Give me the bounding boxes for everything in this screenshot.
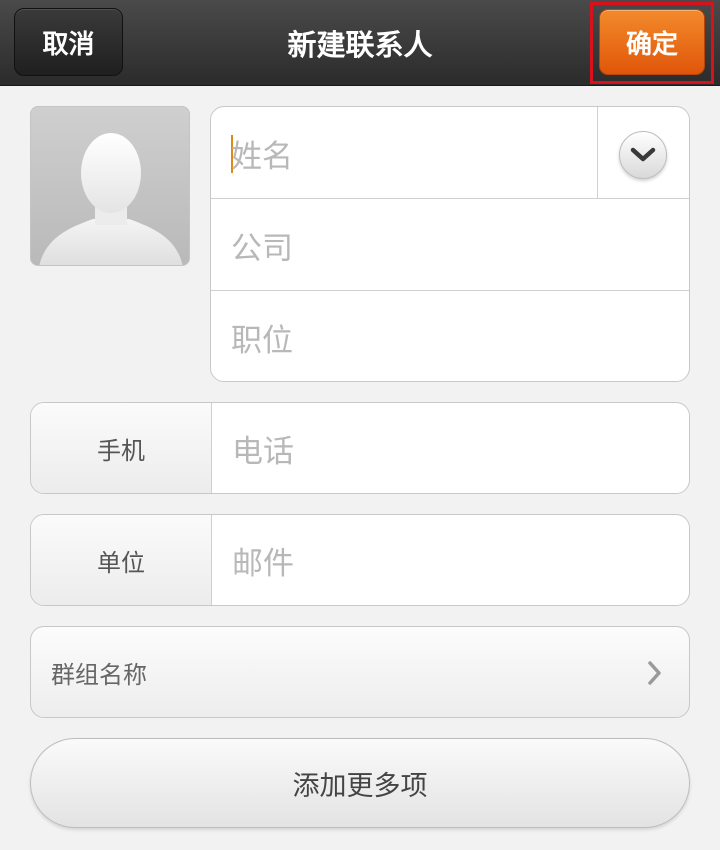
phone-input[interactable]: 电话 — [232, 403, 294, 493]
cancel-button[interactable]: 取消 — [14, 8, 123, 76]
chevron-right-icon — [648, 661, 661, 685]
phone-type-selector[interactable]: 手机 — [31, 403, 212, 493]
expand-name-button[interactable] — [619, 131, 667, 179]
add-more-fields-button[interactable]: 添加更多项 — [30, 738, 690, 828]
email-type-selector[interactable]: 单位 — [31, 515, 212, 605]
company-placeholder: 公司 — [231, 230, 293, 267]
avatar[interactable] — [30, 106, 190, 266]
name-field[interactable]: 姓名 — [211, 107, 689, 199]
group-selector[interactable]: 群组名称 — [30, 626, 690, 718]
identity-card: 姓名 公司 职位 — [210, 106, 690, 382]
name-placeholder: 姓名 — [231, 138, 293, 175]
confirm-button[interactable]: 确定 — [599, 9, 705, 75]
company-field[interactable]: 公司 — [211, 199, 689, 291]
expand-name-zone — [597, 107, 689, 199]
phone-row: 手机 电话 — [30, 402, 690, 494]
group-label: 群组名称 — [51, 660, 147, 689]
default-avatar-icon — [39, 133, 183, 265]
job-title-field[interactable]: 职位 — [211, 291, 689, 381]
chevron-down-icon — [630, 147, 656, 162]
email-row: 单位 邮件 — [30, 514, 690, 606]
job-title-placeholder: 职位 — [231, 322, 293, 359]
email-input[interactable]: 邮件 — [232, 515, 294, 605]
